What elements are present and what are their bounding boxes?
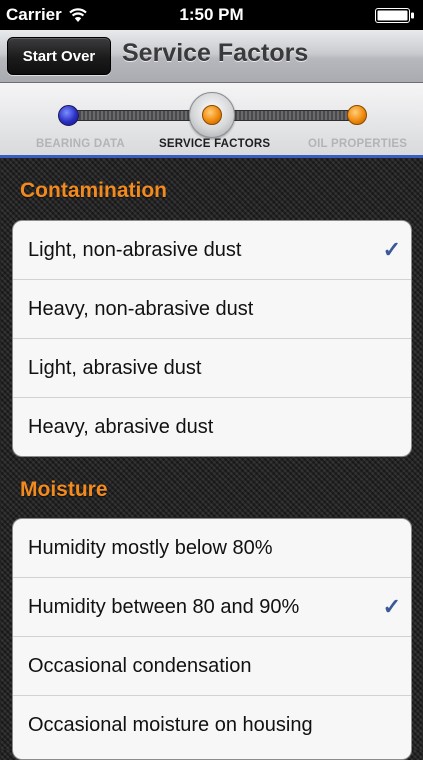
page-title: Service Factors — [122, 39, 309, 67]
option-light-non-abrasive-dust[interactable]: Light, non-abrasive dust ✓ — [13, 221, 411, 280]
option-label: Light, abrasive dust — [28, 356, 202, 379]
status-time: 1:50 PM — [179, 5, 244, 24]
step-label-bearing-data[interactable]: BEARING DATA — [36, 138, 125, 150]
option-label: Occasional moisture on housing — [28, 713, 313, 736]
start-over-button[interactable]: Start Over — [7, 37, 111, 75]
contamination-options-group: Light, non-abrasive dust ✓ Heavy, non-ab… — [12, 220, 412, 457]
section-header-moisture: Moisture — [20, 478, 108, 501]
step-dot-oil-properties[interactable] — [347, 105, 367, 125]
option-label: Occasional condensation — [28, 654, 252, 677]
option-label: Heavy, abrasive dust — [28, 415, 214, 438]
option-humidity-below-80[interactable]: Humidity mostly below 80% — [13, 519, 411, 578]
option-label: Heavy, non-abrasive dust — [28, 297, 254, 320]
option-heavy-abrasive-dust[interactable]: Heavy, abrasive dust — [13, 398, 411, 456]
option-humidity-80-90[interactable]: Humidity between 80 and 90% ✓ — [13, 578, 411, 637]
status-bar: Carrier 1:50 PM — [0, 0, 423, 30]
moisture-options-group: Humidity mostly below 80% Humidity betwe… — [12, 518, 412, 760]
step-label-service-factors[interactable]: SERVICE FACTORS — [159, 138, 270, 150]
checkmark-icon: ✓ — [382, 594, 401, 619]
option-occasional-moisture-on-housing[interactable]: Occasional moisture on housing — [13, 696, 411, 754]
step-label-oil-properties[interactable]: OIL PROPERTIES — [308, 138, 407, 150]
option-heavy-non-abrasive-dust[interactable]: Heavy, non-abrasive dust — [13, 280, 411, 339]
navigation-bar: Start Over Service Factors — [0, 30, 423, 83]
step-dot-service-factors[interactable] — [202, 105, 222, 125]
option-label: Humidity between 80 and 90% — [28, 595, 300, 618]
checkmark-icon: ✓ — [382, 237, 401, 262]
section-header-contamination: Contamination — [20, 179, 167, 202]
option-label: Light, non-abrasive dust — [28, 238, 242, 261]
option-label: Humidity mostly below 80% — [28, 536, 273, 559]
step-progress-bar: BEARING DATA SERVICE FACTORS OIL PROPERT… — [0, 83, 423, 158]
step-dot-bearing-data[interactable] — [58, 105, 79, 126]
option-light-abrasive-dust[interactable]: Light, abrasive dust — [13, 339, 411, 398]
option-occasional-condensation[interactable]: Occasional condensation — [13, 637, 411, 696]
battery-icon — [375, 8, 414, 23]
